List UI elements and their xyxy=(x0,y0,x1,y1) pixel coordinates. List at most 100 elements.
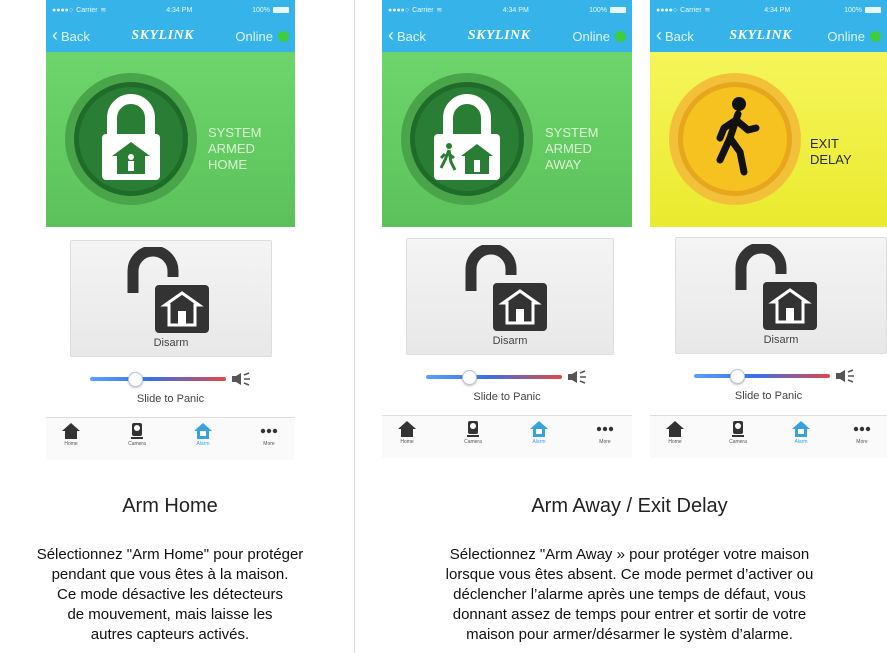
unlocked-house-icon xyxy=(465,245,547,331)
disarm-label: Disarm xyxy=(763,334,799,346)
caption-line: maison pour armer/désarmer le systèm d’a… xyxy=(466,626,793,643)
battery-icon xyxy=(272,7,289,13)
wifi-icon: ≋ xyxy=(100,7,107,14)
tab-bar: Home Camera Alarm More xyxy=(650,415,887,458)
tab-bar: Home Camera Alarm More xyxy=(46,417,295,460)
slide-to-panic-label: Slide to Panic xyxy=(473,391,541,403)
ios-status-bar: ●●●●○ Carrier ≋ 4:34 PM 100% xyxy=(382,0,632,20)
unlocked-house-icon xyxy=(735,244,817,330)
tab-camera-label: Camera xyxy=(128,441,146,447)
ios-status-bar: ●●●●○ Carrier ≋ 4:34 PM 100% xyxy=(650,0,887,20)
disarm-button[interactable]: Disarm xyxy=(406,238,614,355)
ios-status-bar: ●●●●○ Carrier ≋ 4:34 PM 100% xyxy=(46,0,295,20)
status-time: 4:34 PM xyxy=(764,6,791,14)
battery-percent: 100% xyxy=(844,6,862,14)
back-button[interactable]: ‹ Back xyxy=(52,26,90,45)
alarm-house-icon xyxy=(194,423,212,439)
skylink-logo: SKYLINK xyxy=(467,28,531,43)
more-dots-icon xyxy=(596,426,614,432)
panic-slider-thumb[interactable] xyxy=(730,369,745,384)
panic-slider-track xyxy=(426,375,562,379)
battery-icon xyxy=(609,7,626,13)
chevron-left-icon: ‹ xyxy=(656,25,662,45)
signal-icon: ●●●●○ xyxy=(388,6,410,14)
walking-person-icon[interactable] xyxy=(668,72,802,206)
tab-more[interactable]: More xyxy=(580,420,630,445)
disarm-button[interactable]: Disarm xyxy=(675,237,887,354)
signal-icon: ●●●●○ xyxy=(656,6,678,14)
tab-more-label: More xyxy=(599,439,611,445)
tab-home[interactable]: Home xyxy=(650,420,700,445)
panic-slider[interactable] xyxy=(650,368,887,384)
tab-camera[interactable]: Camera xyxy=(713,420,763,445)
tab-more-label: More xyxy=(856,439,868,445)
battery-icon xyxy=(864,7,881,13)
panic-slider-thumb[interactable] xyxy=(128,372,143,387)
column-divider xyxy=(354,0,355,653)
panic-slider[interactable] xyxy=(46,371,295,387)
disarm-label: Disarm xyxy=(492,335,528,347)
carrier-label: Carrier xyxy=(680,6,702,14)
tab-alarm-label: Alarm xyxy=(532,439,546,445)
phone-exit-delay: ●●●●○ Carrier ≋ 4:34 PM 100% ‹ Back SKYLINK… xyxy=(650,0,887,465)
home-icon xyxy=(666,421,684,437)
tab-more[interactable]: More xyxy=(244,422,294,447)
tab-camera-label: Camera xyxy=(729,439,747,445)
chevron-left-icon: ‹ xyxy=(388,25,394,45)
online-indicator: Online xyxy=(827,29,881,44)
online-indicator: Online xyxy=(572,29,626,44)
armed-home-lock-icon[interactable] xyxy=(64,72,198,206)
signal-icon: ●●●●○ xyxy=(52,6,74,14)
tab-camera-label: Camera xyxy=(464,439,482,445)
caption-title-arm-home: Arm Home xyxy=(122,495,218,517)
tab-camera[interactable]: Camera xyxy=(448,420,498,445)
slide-to-panic-label: Slide to Panic xyxy=(734,390,803,402)
home-icon xyxy=(62,423,80,439)
status-line-3: HOME xyxy=(208,157,247,172)
online-dot-icon xyxy=(277,30,289,42)
tab-home[interactable]: Home xyxy=(46,422,96,447)
tab-alarm[interactable]: Alarm xyxy=(776,420,826,445)
armed-status-panel: SYSTEM ARMED AWAY xyxy=(382,52,632,227)
caption-line: Ce mode désactive les détecteurs xyxy=(57,586,283,603)
online-label: Online xyxy=(235,28,273,44)
more-dots-icon xyxy=(853,426,871,432)
status-line-3: AWAY xyxy=(545,157,582,172)
camera-icon xyxy=(732,421,744,437)
back-button[interactable]: ‹ Back xyxy=(388,25,426,45)
exit-delay-status-panel: EXIT DELAY xyxy=(650,52,887,227)
nav-bar: ‹ Back SKYLINK Online xyxy=(650,20,887,52)
armed-away-lock-icon[interactable] xyxy=(400,72,534,206)
status-line-1: SYSTEM xyxy=(545,125,599,140)
tab-alarm[interactable]: Alarm xyxy=(178,422,228,447)
tab-alarm-label: Alarm xyxy=(794,439,808,445)
status-line-2: DELAY xyxy=(810,152,852,167)
carrier-label: Carrier xyxy=(412,6,434,14)
status-time: 4:34 PM xyxy=(502,6,529,14)
home-icon xyxy=(398,421,416,437)
tab-home-label: Home xyxy=(400,439,414,445)
back-label: Back xyxy=(397,28,426,44)
back-label: Back xyxy=(665,28,694,44)
tab-more[interactable]: More xyxy=(837,420,887,445)
caption-line: lorsque vous êtes absent. Ce mode permet… xyxy=(445,566,814,583)
panic-slider[interactable] xyxy=(382,369,632,385)
nav-bar: ‹ Back SKYLINK Online xyxy=(46,20,295,52)
tab-alarm[interactable]: Alarm xyxy=(514,420,564,445)
disarm-button[interactable]: Disarm xyxy=(70,240,272,357)
caption-line: autres capteurs activés. xyxy=(90,626,250,643)
tab-bar: Home Camera Alarm More xyxy=(382,415,632,458)
back-button[interactable]: ‹ Back xyxy=(656,25,694,45)
phone-arm-home: ●●●●○ Carrier ≋ 4:34 PM 100% ‹ Back SKYLINK… xyxy=(46,0,295,465)
skylink-logo: SKYLINK xyxy=(131,28,194,43)
tab-camera[interactable]: Camera xyxy=(112,422,162,447)
back-label: Back xyxy=(61,28,90,44)
tab-home[interactable]: Home xyxy=(382,420,432,445)
panic-slider-thumb[interactable] xyxy=(462,370,477,385)
slide-to-panic-label: Slide to Panic xyxy=(136,393,205,405)
camera-icon xyxy=(131,423,143,439)
caption-line: Sélectionnez "Arm Home" pour protéger xyxy=(36,546,304,563)
status-time: 4:34 PM xyxy=(166,6,193,14)
battery-percent: 100% xyxy=(252,6,270,14)
siren-icon xyxy=(232,372,250,386)
